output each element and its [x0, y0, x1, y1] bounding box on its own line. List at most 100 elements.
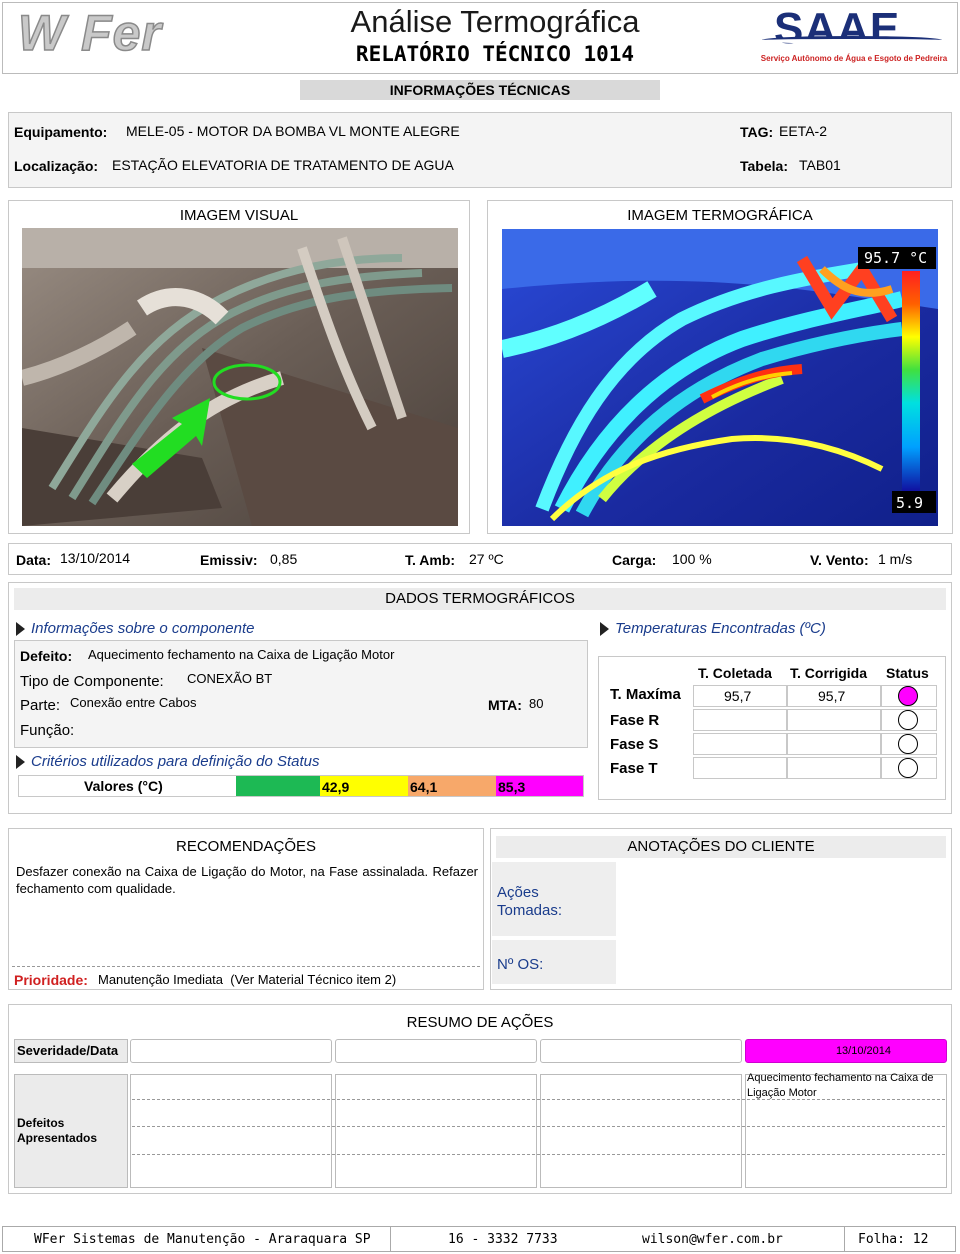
resumo-title: RESUMO DE AÇÕES [406, 1014, 554, 1031]
defeitos-cell-1 [130, 1074, 332, 1188]
funcao-label: Função: [20, 722, 75, 739]
carga-value: 100 % [672, 551, 712, 567]
tamb-label: T. Amb: [405, 552, 456, 568]
triangle-right-icon [600, 621, 609, 636]
status-indicator-max [898, 686, 918, 706]
temps-row-label-0: T. Maxíma [610, 686, 681, 703]
report-subtitle: RELATÓRIO TÉCNICO 1014 [355, 42, 635, 66]
defeitos-value: Aquecimento fechamento na Caixa de Ligaç… [747, 1072, 934, 1099]
triangle-right-icon [16, 754, 25, 769]
tabela-value: TAB01 [799, 157, 841, 173]
equipamento-value: MELE-05 - MOTOR DA BOMBA VL MONTE ALEGRE [126, 123, 460, 139]
data-label: Data: [16, 552, 52, 568]
mta-label: MTA: [488, 697, 522, 713]
temps-row-label-1: Fase R [610, 712, 660, 729]
valores-label: Valores (°C) [84, 778, 163, 794]
thermo-photo: 95.7 °C 5.9 [502, 229, 938, 526]
parte-value: Conexão entre Cabos [70, 695, 197, 710]
equipamento-label: Equipamento: [14, 124, 108, 140]
footer-divider-2 [844, 1227, 845, 1251]
status-indicator-fase-r [898, 710, 918, 730]
mta-value: 80 [529, 696, 544, 711]
defeitos-line-1 [132, 1099, 945, 1100]
footer-company: WFer Sistemas de Manutenção - Araraquara… [34, 1232, 371, 1247]
temps-cell-corrigida-3 [787, 757, 881, 779]
dados-title: DADOS TERMOGRÁFICOS [14, 588, 946, 610]
scale-max-label: 95.7 °C [864, 249, 927, 267]
temps-coletada-0: 95,7 [724, 688, 752, 704]
localizacao-value: ESTAÇÃO ELEVATORIA DE TRATAMENTO DE AGUA [112, 157, 454, 173]
temps-row-label-2: Fase S [610, 736, 659, 753]
severidade-cell-3 [540, 1039, 742, 1063]
vento-label: V. Vento: [810, 552, 869, 568]
thermo-image-title: IMAGEM TERMOGRÁFICA [627, 207, 813, 224]
cliente-title: ANOTAÇÕES DO CLIENTE [496, 836, 946, 858]
tamb-value: 27 ºC [469, 551, 504, 567]
temps-cell-coletada-3 [693, 757, 787, 779]
prioridade-value: Manutenção Imediata (Ver Material Técnic… [98, 972, 397, 987]
recomendacoes-text: Desfazer conexão na Caixa de Ligação do … [16, 864, 478, 896]
defeitos-cell-3 [540, 1074, 742, 1188]
defeito-label: Defeito: [20, 648, 73, 664]
tag-value: EETA-2 [779, 123, 827, 139]
temps-cell-coletada-1 [693, 709, 787, 731]
os-label: Nº OS: [497, 956, 544, 973]
status-indicator-fase-t [898, 758, 918, 778]
component-info-heading: Informações sobre o componente [16, 620, 254, 638]
severidade-label: Severidade/Data [17, 1043, 119, 1058]
footer-email: wilson@wfer.com.br [642, 1232, 783, 1247]
severidade-cell-1 [130, 1039, 332, 1063]
emissiv-value: 0,85 [270, 551, 298, 567]
prioridade-label: Prioridade: [14, 972, 88, 988]
criterios-heading: Critérios utilizados para definição do S… [16, 753, 320, 771]
saae-logo-text: SAAE [774, 4, 901, 53]
defeitos-line-3 [132, 1154, 945, 1155]
severidade-cell-2 [335, 1039, 537, 1063]
threshold-orange: 64,1 [410, 779, 438, 795]
vento-value: 1 m/s [878, 551, 913, 567]
defeitos-cell-2 [335, 1074, 537, 1188]
visual-image-title: IMAGEM VISUAL [179, 207, 299, 224]
temps-cell-coletada-2 [693, 733, 787, 755]
saae-caption: Serviço Autônomo de Água e Esgoto de Ped… [760, 54, 948, 63]
data-value: 13/10/2014 [60, 550, 131, 566]
saae-logo-swoosh [762, 36, 942, 44]
criterios-title: Critérios utilizados para definição do S… [31, 753, 320, 770]
acoes-label: Ações Tomadas: [497, 884, 563, 919]
status-band-green [236, 776, 320, 796]
threshold-yellow: 42,9 [322, 779, 350, 795]
report-title: Análise Termográfica [350, 4, 640, 39]
defeito-value: Aquecimento fechamento na Caixa de Ligaç… [88, 647, 395, 662]
parte-label: Parte: [20, 697, 61, 714]
scale-min-label: 5.9 [896, 494, 923, 512]
temps-cell-corrigida-2 [787, 733, 881, 755]
tabela-label: Tabela: [740, 158, 788, 174]
temps-cell-corrigida-1 [787, 709, 881, 731]
temps-header-status: Status [886, 665, 929, 681]
temps-corrigida-0: 95,7 [818, 688, 846, 704]
recomendacoes-title: RECOMENDAÇÕES [175, 838, 317, 855]
footer-folha: Folha: 12 [858, 1232, 929, 1247]
defeitos-line-2 [132, 1126, 945, 1127]
defeitos-label: Defeitos Apresentados [17, 1116, 98, 1145]
visual-photo-svg [22, 228, 458, 526]
thermo-photo-svg: 95.7 °C 5.9 [502, 229, 938, 526]
saae-logo: SAAE Serviço Autônomo de Água e Esgoto d… [756, 4, 952, 66]
info-section-title: INFORMAÇÕES TÉCNICAS [300, 80, 660, 100]
localizacao-label: Localização: [14, 158, 99, 174]
tipo-label: Tipo de Componente: [20, 673, 164, 690]
tag-label: TAG: [740, 124, 774, 140]
footer-phone: 16 - 3332 7733 [448, 1232, 558, 1247]
visual-photo [22, 228, 458, 526]
severidade-date: 13/10/2014 [835, 1045, 891, 1057]
status-indicator-fase-s [898, 734, 918, 754]
component-info-title: Informações sobre o componente [31, 620, 255, 637]
carga-label: Carga: [612, 552, 657, 568]
threshold-magenta: 85,3 [498, 779, 526, 795]
temps-heading: Temperaturas Encontradas (ºC) [600, 620, 826, 638]
emissiv-label: Emissiv: [200, 552, 258, 568]
triangle-right-icon [16, 621, 25, 636]
tipo-value: CONEXÃO BT [187, 671, 273, 686]
prioridade-divider [12, 966, 480, 967]
footer-divider-1 [390, 1227, 391, 1251]
